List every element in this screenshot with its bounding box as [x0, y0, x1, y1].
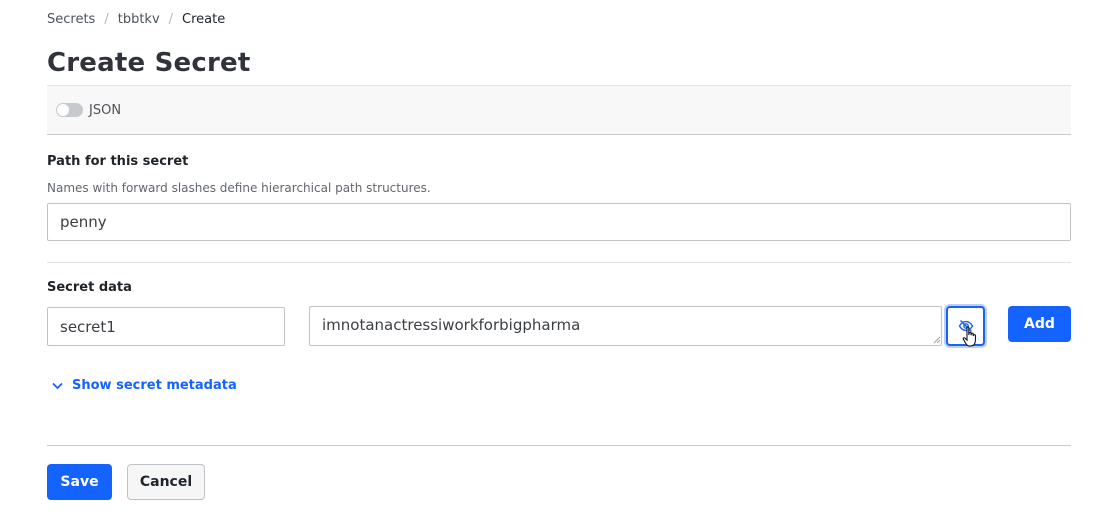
breadcrumb-separator: / — [168, 12, 174, 27]
page-title: Create Secret — [47, 48, 251, 78]
add-button[interactable]: Add — [1008, 306, 1071, 342]
cancel-button[interactable]: Cancel — [127, 464, 205, 500]
toggle-knob — [57, 104, 69, 116]
secret-value-input[interactable]: imnotanactressiworkforbigpharma — [309, 306, 942, 346]
path-label: Path for this secret — [47, 154, 189, 169]
hand-pointer-icon — [962, 326, 976, 347]
footer-divider — [47, 445, 1071, 446]
json-toolbar: JSON — [47, 85, 1071, 135]
path-input[interactable]: penny — [47, 203, 1071, 241]
chevron-down-icon — [52, 382, 63, 389]
breadcrumb-separator: / — [104, 12, 109, 27]
path-help-text: Names with forward slashes define hierar… — [47, 181, 431, 195]
show-metadata-label: Show secret metadata — [72, 378, 237, 393]
json-toggle[interactable] — [56, 103, 83, 117]
json-toggle-label: JSON — [89, 102, 122, 118]
breadcrumb-item-current: Create — [182, 12, 226, 27]
save-button[interactable]: Save — [47, 464, 112, 500]
secret-key-input[interactable]: secret1 — [47, 307, 285, 346]
breadcrumb-item-secrets[interactable]: Secrets — [47, 12, 95, 27]
resize-handle-icon[interactable] — [933, 336, 941, 344]
breadcrumb: Secrets / tbbtkv / Create — [47, 12, 225, 27]
secret-data-label: Secret data — [47, 280, 132, 295]
section-divider — [47, 262, 1071, 263]
show-metadata-toggle[interactable]: Show secret metadata — [52, 378, 237, 393]
breadcrumb-item-engine[interactable]: tbbtkv — [118, 12, 160, 27]
